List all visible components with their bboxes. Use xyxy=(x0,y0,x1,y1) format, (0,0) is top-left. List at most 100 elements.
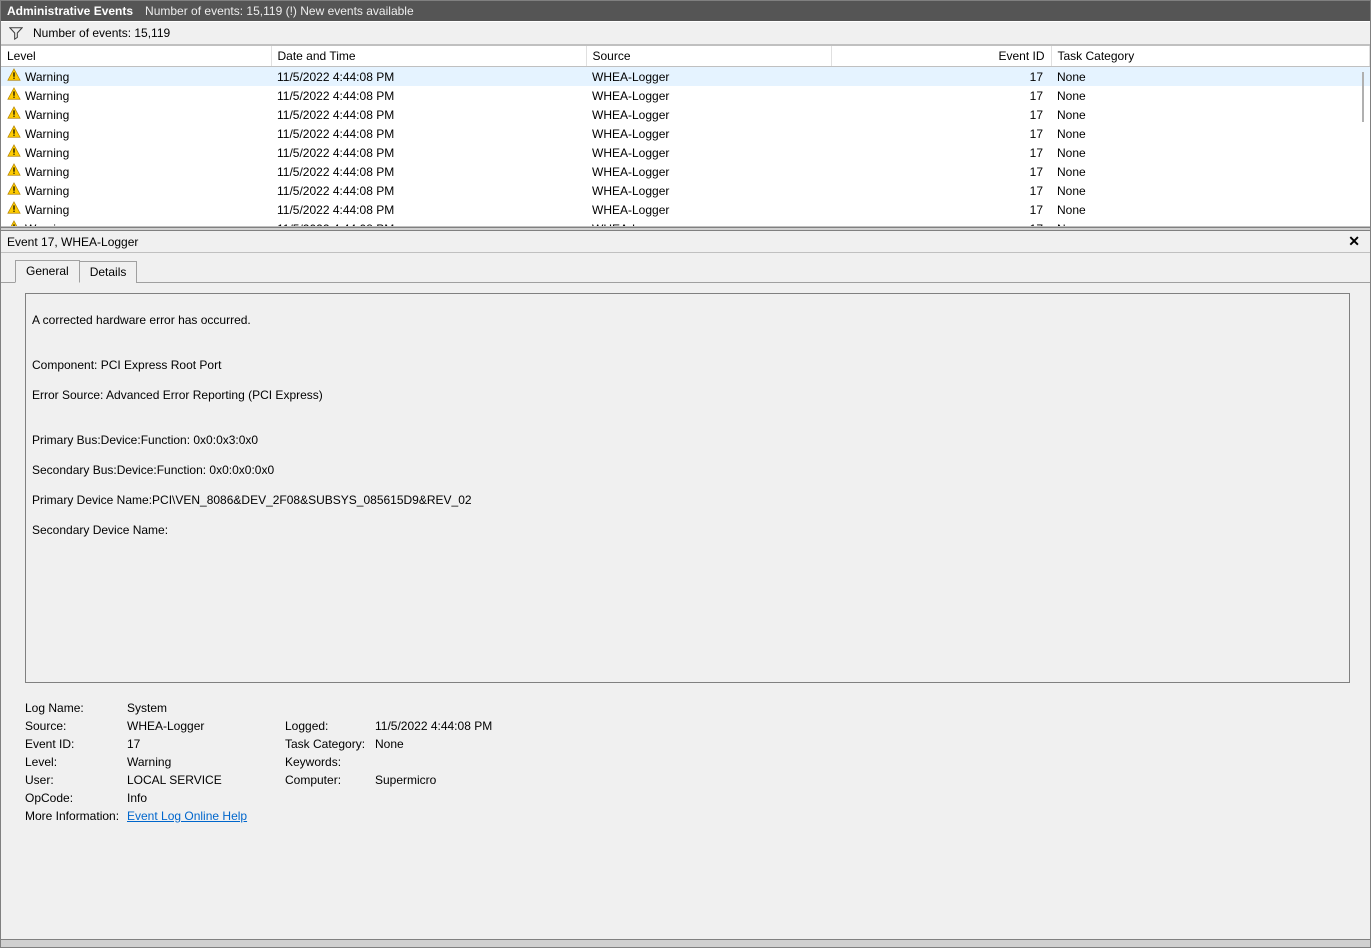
cell-source: WHEA-Logger xyxy=(586,67,831,87)
desc-line: Secondary Device Name: xyxy=(32,523,1343,538)
prop-label-user: User: xyxy=(25,773,127,787)
table-row[interactable]: Warning 11/5/2022 4:44:08 PMWHEA-Logger17… xyxy=(1,200,1370,219)
cell-level: Warning xyxy=(25,184,69,198)
warning-icon xyxy=(7,106,21,123)
cell-eventid: 17 xyxy=(831,67,1051,87)
prop-label-eventid: Event ID: xyxy=(25,737,127,751)
cell-eventid: 17 xyxy=(831,200,1051,219)
cell-eventid: 17 xyxy=(831,219,1051,227)
col-eventid[interactable]: Event ID xyxy=(831,46,1051,67)
table-row[interactable]: Warning 11/5/2022 4:44:08 PMWHEA-Logger17… xyxy=(1,86,1370,105)
table-row[interactable]: Warning11/5/2022 4:44:08 PMWHEA-Logger17… xyxy=(1,124,1370,143)
cell-source: WHEA-Logger xyxy=(586,124,831,143)
table-row[interactable]: Warning11/5/2022 4:44:08 PMWHEA-Logger17… xyxy=(1,162,1370,181)
cell-source: WHEA-Logger xyxy=(586,181,831,200)
desc-line: A corrected hardware error has occurred. xyxy=(32,313,1343,328)
detail-pane-header: Event 17, WHEA-Logger ✕ xyxy=(1,231,1370,253)
prop-value-logname: System xyxy=(127,701,285,715)
more-info-link[interactable]: Event Log Online Help xyxy=(127,809,247,823)
prop-value-eventid: 17 xyxy=(127,737,285,751)
tab-general[interactable]: General xyxy=(15,260,80,283)
cell-taskcat: None xyxy=(1051,124,1370,143)
prop-value-user: LOCAL SERVICE xyxy=(127,773,285,787)
warning-icon xyxy=(7,87,21,104)
prop-value-computer: Supermicro xyxy=(375,773,1350,787)
cell-eventid: 17 xyxy=(831,86,1051,105)
cell-datetime: 11/5/2022 4:44:08 PM xyxy=(271,143,586,162)
window-subtitle: Number of events: 15,119 (!) New events … xyxy=(145,4,414,18)
cell-datetime: 11/5/2022 4:44:08 PM xyxy=(271,86,586,105)
cell-taskcat: None xyxy=(1051,67,1370,87)
cell-datetime: 11/5/2022 4:44:08 PM xyxy=(271,67,586,87)
event-description[interactable]: A corrected hardware error has occurred.… xyxy=(25,293,1350,683)
warning-icon xyxy=(7,163,21,180)
cell-taskcat: None xyxy=(1051,143,1370,162)
col-datetime[interactable]: Date and Time xyxy=(271,46,586,67)
window-title-bar: Administrative Events Number of events: … xyxy=(1,1,1370,21)
cell-level: Warning xyxy=(25,70,69,84)
table-row[interactable]: Warning11/5/2022 4:44:08 PMWHEA-Logger17… xyxy=(1,143,1370,162)
cell-level: Warning xyxy=(25,222,69,228)
cell-taskcat: None xyxy=(1051,200,1370,219)
close-icon[interactable]: ✕ xyxy=(1344,233,1364,250)
cell-datetime: 11/5/2022 4:44:08 PM xyxy=(271,200,586,219)
cell-taskcat: None xyxy=(1051,105,1370,124)
warning-icon xyxy=(7,125,21,142)
cell-taskcat: None xyxy=(1051,162,1370,181)
prop-value-source: WHEA-Logger xyxy=(127,719,285,733)
prop-label-logname: Log Name: xyxy=(25,701,127,715)
cell-level: Warning xyxy=(25,127,69,141)
warning-icon xyxy=(7,201,21,218)
cell-datetime: 11/5/2022 4:44:08 PM xyxy=(271,124,586,143)
cell-level: Warning xyxy=(25,89,69,103)
prop-label-keywords: Keywords: xyxy=(285,755,375,769)
cell-datetime: 11/5/2022 4:44:08 PM xyxy=(271,219,586,227)
cell-source: WHEA-Logger xyxy=(586,105,831,124)
prop-label-opcode: OpCode: xyxy=(25,791,127,805)
detail-tabs: General Details xyxy=(1,253,1370,283)
cell-eventid: 17 xyxy=(831,181,1051,200)
filter-icon[interactable] xyxy=(9,26,23,40)
warning-icon xyxy=(7,68,21,85)
warning-icon xyxy=(7,144,21,161)
cell-eventid: 17 xyxy=(831,143,1051,162)
table-row[interactable]: Warning11/5/2022 4:44:08 PMWHEA-Logger17… xyxy=(1,219,1370,227)
desc-line: Secondary Bus:Device:Function: 0x0:0x0:0… xyxy=(32,463,1343,478)
cell-eventid: 17 xyxy=(831,105,1051,124)
cell-source: WHEA-Logger xyxy=(586,200,831,219)
cell-source: WHEA-Logger xyxy=(586,86,831,105)
prop-value-taskcat: None xyxy=(375,737,1350,751)
table-row[interactable]: Warning 11/5/2022 4:44:08 PMWHEA-Logger17… xyxy=(1,67,1370,87)
cell-level: Warning xyxy=(25,165,69,179)
col-level[interactable]: Level xyxy=(1,46,271,67)
table-row[interactable]: Warning11/5/2022 4:44:08 PMWHEA-Logger17… xyxy=(1,105,1370,124)
col-taskcat[interactable]: Task Category xyxy=(1051,46,1370,67)
cell-taskcat: None xyxy=(1051,181,1370,200)
prop-label-level: Level: xyxy=(25,755,127,769)
warning-icon xyxy=(7,182,21,199)
prop-label-source: Source: xyxy=(25,719,127,733)
cell-eventid: 17 xyxy=(831,162,1051,181)
vertical-scrollbar[interactable] xyxy=(1362,72,1368,224)
event-properties: Log Name: System Source: WHEA-Logger Log… xyxy=(25,701,1350,823)
prop-label-taskcat: Task Category: xyxy=(285,737,375,751)
tab-details[interactable]: Details xyxy=(79,261,138,283)
cell-taskcat: None xyxy=(1051,219,1370,227)
detail-pane-body: A corrected hardware error has occurred.… xyxy=(1,283,1370,939)
detail-title: Event 17, WHEA-Logger xyxy=(7,235,138,249)
column-header-row[interactable]: Level Date and Time Source Event ID Task… xyxy=(1,46,1370,67)
cell-level: Warning xyxy=(25,146,69,160)
desc-line: Primary Bus:Device:Function: 0x0:0x3:0x0 xyxy=(32,433,1343,448)
col-source[interactable]: Source xyxy=(586,46,831,67)
filter-bar: Number of events: 15,119 xyxy=(1,21,1370,45)
table-row[interactable]: Warning11/5/2022 4:44:08 PMWHEA-Logger17… xyxy=(1,181,1370,200)
event-grid[interactable]: Level Date and Time Source Event ID Task… xyxy=(1,45,1370,227)
desc-line: Component: PCI Express Root Port xyxy=(32,358,1343,373)
warning-icon xyxy=(7,220,21,227)
prop-value-level: Warning xyxy=(127,755,285,769)
prop-value-keywords xyxy=(375,755,1350,769)
cell-level: Warning xyxy=(25,203,69,217)
window-title: Administrative Events xyxy=(7,4,133,18)
prop-label-moreinfo: More Information: xyxy=(25,809,127,823)
prop-label-logged: Logged: xyxy=(285,719,375,733)
